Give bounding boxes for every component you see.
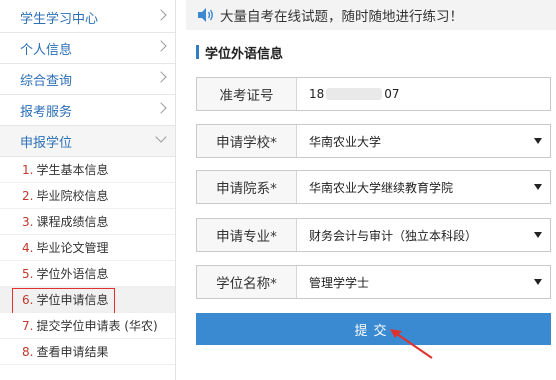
sub-item-number: 5.	[22, 266, 34, 281]
notice-text: 大量自考在线试题，随时随地进行练习！	[220, 9, 463, 25]
sidebar: 学生学习中心 个人信息 综合查询 报考服务 申报学位 1. 学生基本信息 2. …	[0, 0, 176, 380]
sub-item-degree-application-info[interactable]: 6. 学位申请信息	[0, 287, 175, 314]
chevron-down-icon	[155, 131, 167, 143]
menu-item-study-center[interactable]: 学生学习中心	[0, 2, 175, 33]
dropdown-caret-icon	[534, 279, 542, 285]
sub-item-label: 毕业院校信息	[36, 189, 109, 203]
ticket-number-label: 准考证号	[197, 78, 297, 110]
redacted-blur	[326, 88, 383, 100]
sub-item-label: 学生基本信息	[36, 163, 109, 177]
major-row: 申请专业* 财务会计与审计（独立本科段）	[196, 218, 551, 252]
sub-item-degree-language[interactable]: 5. 学位外语信息	[0, 261, 175, 287]
menu-item-label: 个人信息	[20, 42, 73, 58]
notice-bar: 大量自考在线试题，随时随地进行练习！	[186, 0, 556, 30]
chevron-right-icon	[155, 40, 167, 52]
page: 学生学习中心 个人信息 综合查询 报考服务 申报学位 1. 学生基本信息 2. …	[0, 0, 556, 380]
title-bar	[196, 45, 199, 59]
sub-item-thesis[interactable]: 4. 毕业论文管理	[0, 235, 175, 261]
ticket-number-row: 准考证号 18 07	[196, 77, 551, 111]
menu-item-label: 综合查询	[20, 73, 73, 89]
sub-item-number: 8.	[22, 344, 34, 359]
sub-item-label: 学位外语信息	[36, 267, 109, 281]
annotation-arrow-icon	[390, 329, 433, 359]
college-value: 华南农业大学继续教育学院	[309, 180, 454, 195]
major-label: 申请专业*	[197, 219, 297, 251]
school-label: 申请学校*	[197, 125, 297, 157]
speaker-icon	[198, 8, 213, 22]
sub-item-label: 提交学位申请表 (华农)	[36, 319, 158, 333]
major-value: 财务会计与审计（独立本科段）	[309, 228, 478, 243]
sub-item-course-grades[interactable]: 3. 课程成绩信息	[0, 209, 175, 235]
menu-item-query[interactable]: 综合查询	[0, 64, 175, 95]
menu-item-label: 申报学位	[20, 135, 73, 151]
sub-item-number: 3.	[22, 214, 34, 229]
ticket-number-field[interactable]: 18 07	[297, 78, 550, 110]
sub-item-number: 4.	[22, 240, 34, 255]
college-label: 申请院系*	[197, 171, 297, 203]
highlight-box	[12, 288, 115, 314]
degree-label: 学位名称*	[197, 266, 297, 298]
college-select[interactable]: 华南农业大学继续教育学院	[297, 171, 550, 203]
dropdown-caret-icon	[534, 184, 542, 190]
section-title: 学位外语信息	[196, 44, 284, 62]
chevron-right-icon	[155, 9, 167, 21]
chevron-right-icon	[155, 71, 167, 83]
sub-item-submit-form[interactable]: 7. 提交学位申请表 (华农)	[0, 313, 175, 339]
menu-item-label: 学生学习中心	[20, 11, 99, 27]
menu-item-degree-application[interactable]: 申报学位	[0, 126, 175, 157]
degree-row: 学位名称* 管理学学士	[196, 265, 551, 299]
section-title-text: 学位外语信息	[205, 46, 284, 62]
school-select[interactable]: 华南农业大学	[297, 125, 550, 157]
sub-item-view-result[interactable]: 8. 查看申请结果	[0, 339, 175, 365]
major-select[interactable]: 财务会计与审计（独立本科段）	[297, 219, 550, 251]
degree-select[interactable]: 管理学学士	[297, 266, 550, 298]
sub-item-label: 毕业论文管理	[36, 241, 109, 255]
dropdown-caret-icon	[534, 138, 542, 144]
sub-item-graduate-school[interactable]: 2. 毕业院校信息	[0, 183, 175, 209]
sub-item-label: 课程成绩信息	[36, 215, 109, 229]
sub-item-number: 1.	[22, 162, 34, 177]
college-row: 申请院系* 华南农业大学继续教育学院	[196, 170, 551, 204]
sub-item-number: 7.	[22, 318, 34, 333]
ticket-number-end: 07	[384, 87, 400, 101]
school-row: 申请学校* 华南农业大学	[196, 124, 551, 158]
submit-button[interactable]: 提交	[196, 313, 551, 345]
chevron-right-icon	[155, 102, 167, 114]
sub-item-student-basic[interactable]: 1. 学生基本信息	[0, 157, 175, 183]
ticket-number-start: 18	[309, 87, 325, 101]
dropdown-caret-icon	[534, 232, 542, 238]
school-value: 华南农业大学	[309, 134, 382, 149]
sub-item-label: 查看申请结果	[36, 345, 109, 359]
menu-item-personal-info[interactable]: 个人信息	[0, 33, 175, 64]
degree-value: 管理学学士	[309, 275, 370, 290]
menu-item-exam-service[interactable]: 报考服务	[0, 95, 175, 126]
sub-item-number: 2.	[22, 188, 34, 203]
menu-item-label: 报考服务	[20, 104, 73, 120]
